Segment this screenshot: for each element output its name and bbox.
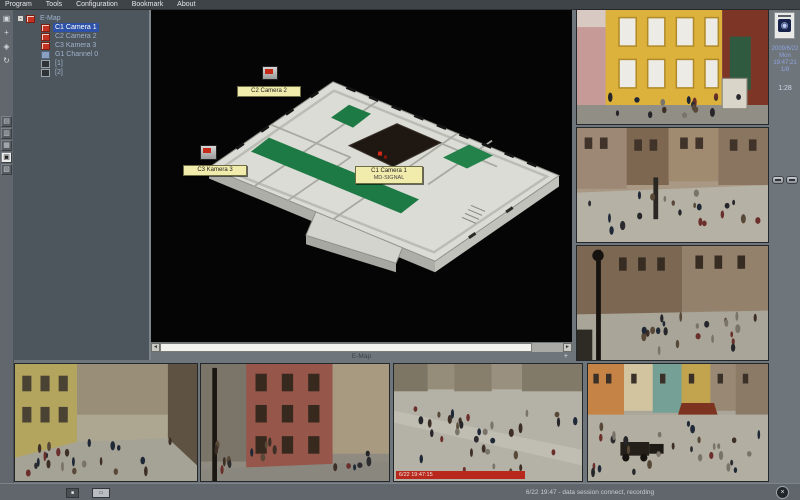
camera-feed-bottom-3[interactable]: 6/22 19:47:15 xyxy=(393,363,583,482)
tree-item-monitor1[interactable]: [1] xyxy=(41,59,65,68)
camera-image xyxy=(201,364,389,481)
app-window: Program Tools Configuration Bookmark Abo… xyxy=(0,0,800,500)
zoom-in-icon[interactable]: + xyxy=(1,27,12,38)
camera-feed-right-1[interactable] xyxy=(576,9,769,125)
label-text: C2 Camera 2 xyxy=(251,88,287,94)
camera-lens xyxy=(265,69,273,74)
map-label-c3[interactable]: C3 Kamera 3 xyxy=(183,165,247,176)
menu-bookmark[interactable]: Bookmark xyxy=(126,0,170,9)
info-line-time: 19:47:21 xyxy=(770,60,800,67)
info-line-day: Mon xyxy=(770,53,800,60)
event-banner: 6/22 19:47:15 xyxy=(396,471,525,479)
tree-item-label: C2 Camera 2 xyxy=(53,32,99,41)
layout-button-4-selected[interactable]: ▣ xyxy=(1,152,12,163)
tree-item-monitor2[interactable]: [2] xyxy=(41,68,65,77)
label-text: C1 Camera 1 xyxy=(356,168,422,175)
right-control-strip: ◉ 2009/6/22 Mon 19:47:21 1/8 1:28 xyxy=(770,10,800,483)
camera-icon xyxy=(41,24,50,32)
layout-button-1[interactable]: ▤ xyxy=(1,116,12,127)
layout-button-5[interactable]: ▧ xyxy=(1,164,12,175)
scroll-left-icon[interactable]: ◄ xyxy=(151,343,160,352)
label-text: C3 Kamera 3 xyxy=(197,167,232,173)
tree-root-emap[interactable]: - E-Map xyxy=(17,14,63,23)
status-bar: ■ ▭ 6/22 19:47 - data session connect, r… xyxy=(0,483,800,500)
map-caption-strip: E-Map + xyxy=(151,352,572,362)
status-message: 6/22 19:47 - data session connect, recor… xyxy=(470,489,710,496)
info-line-date: 2009/6/22 xyxy=(770,46,800,53)
tree-item-camera2[interactable]: C2 Camera 2 xyxy=(41,32,99,41)
stop-icon: ■ xyxy=(71,490,74,496)
tree-root-label: E-Map xyxy=(38,14,63,23)
panel-toggle-button[interactable]: ▭ xyxy=(92,488,110,498)
label-subtext: MD-SIGNAL xyxy=(356,175,422,182)
camera-marker-c3[interactable] xyxy=(200,145,217,160)
monitor-icon xyxy=(41,60,50,68)
next-page-button[interactable] xyxy=(786,176,798,184)
left-toolbar: ▣ + ◈ ↻ ▤ ▥ ▦ ▣ ▧ xyxy=(0,10,14,483)
channel-icon xyxy=(41,51,50,59)
info-line-channel: 1/8 xyxy=(770,67,800,74)
menu-configuration[interactable]: Configuration xyxy=(70,0,124,9)
camera-feed-bottom-2[interactable] xyxy=(200,363,390,482)
camera-image xyxy=(588,364,768,481)
knob-slot xyxy=(775,179,781,181)
rotate-view-icon[interactable]: ↻ xyxy=(1,55,12,66)
panel-icon: ▭ xyxy=(99,490,104,496)
eye-logo-icon: ◉ xyxy=(778,19,791,32)
layout-button-3[interactable]: ▦ xyxy=(1,140,12,151)
monitor-icon xyxy=(41,69,50,77)
tree-item-camera1[interactable]: C1 Camera 1 xyxy=(41,23,99,32)
tree-item-camera3[interactable]: C3 Kamera 3 xyxy=(41,41,98,50)
camera-image xyxy=(577,128,768,242)
emap-view[interactable]: C2 Camera 2 C3 Kamera 3 C1 Camera 1 MD-S… xyxy=(151,10,572,342)
select-tool-icon[interactable]: ▣ xyxy=(1,13,12,24)
map-caption: E-Map xyxy=(352,353,371,360)
camera-feed-bottom-1[interactable] xyxy=(14,363,198,482)
emap-root-icon xyxy=(26,15,35,23)
tree-item-channel0[interactable]: G1 Channel 0 xyxy=(41,50,100,59)
menu-about[interactable]: About xyxy=(171,0,201,9)
camera-icon xyxy=(41,42,50,50)
brand-logo: ◉ xyxy=(774,12,795,39)
menu-tools[interactable]: Tools xyxy=(40,0,68,9)
tree-item-label: C3 Kamera 3 xyxy=(53,41,98,50)
prev-page-button[interactable] xyxy=(772,176,784,184)
camera-image xyxy=(577,246,768,360)
tree-item-label: [1] xyxy=(53,59,65,68)
tree-item-label: C1 Camera 1 xyxy=(53,23,99,32)
tree-item-label: G1 Channel 0 xyxy=(53,50,100,59)
knob-slot xyxy=(789,179,795,181)
camera-image xyxy=(15,364,197,481)
pan-icon[interactable]: ◈ xyxy=(1,41,12,52)
add-map-icon[interactable]: + xyxy=(564,352,568,362)
layout-button-2[interactable]: ▥ xyxy=(1,128,12,139)
emap-tree-panel: - E-Map C1 Camera 1 C2 Camera 2 C3 Kamera… xyxy=(13,10,149,360)
camera-image xyxy=(394,364,582,481)
close-icon: × xyxy=(780,489,784,496)
tree-expander-icon[interactable]: - xyxy=(17,15,24,22)
camera-feed-right-2[interactable] xyxy=(576,127,769,243)
page-indicator: 1:28 xyxy=(770,85,800,92)
event-banner-text: 6/22 19:47:15 xyxy=(399,472,433,478)
scroll-right-icon[interactable]: ► xyxy=(563,343,572,352)
map-label-c2[interactable]: C2 Camera 2 xyxy=(237,86,301,97)
logo-text xyxy=(778,15,791,17)
camera-marker-c2[interactable] xyxy=(262,66,278,80)
stop-button[interactable]: ■ xyxy=(66,488,79,498)
camera-feed-bottom-4[interactable] xyxy=(587,363,769,482)
map-hscrollbar[interactable]: ◄ ► xyxy=(151,343,572,352)
camera-feed-right-3[interactable] xyxy=(576,245,769,361)
tree-item-label: [2] xyxy=(53,68,65,77)
map-label-c1[interactable]: C1 Camera 1 MD-SIGNAL xyxy=(355,166,423,184)
close-button[interactable]: × xyxy=(776,486,789,499)
camera-image xyxy=(577,10,768,124)
camera-lens xyxy=(203,148,211,153)
menu-program[interactable]: Program xyxy=(0,0,38,9)
camera-icon xyxy=(41,33,50,41)
hscroll-thumb[interactable] xyxy=(160,343,532,352)
